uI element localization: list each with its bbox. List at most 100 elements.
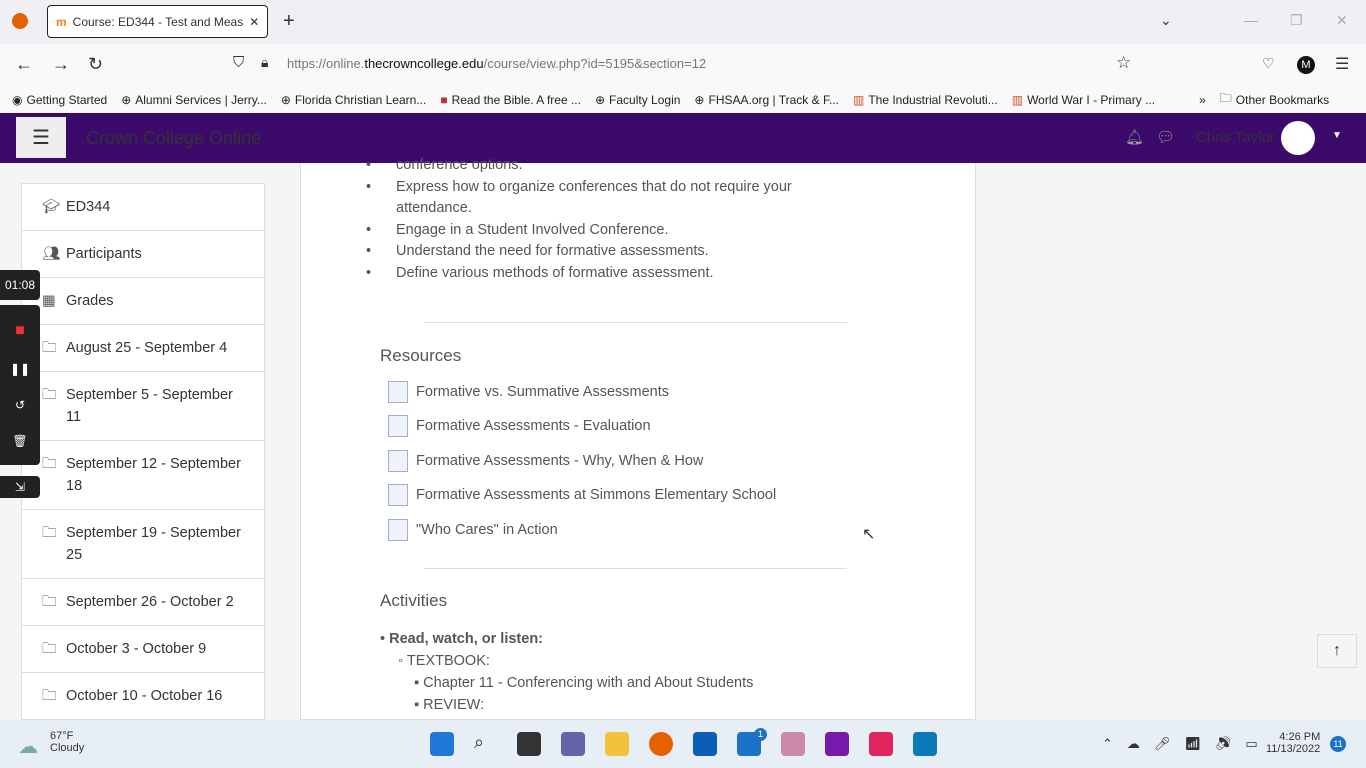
resource-link[interactable]: Formative Assessments at Simmons Element… <box>388 484 776 506</box>
reload-icon[interactable]: ↻ <box>88 54 103 75</box>
pause-icon[interactable]: ❚❚ <box>10 362 30 376</box>
notification-bell-icon[interactable]: 🔔︎ <box>1125 128 1144 146</box>
system-tray-icons[interactable]: ⌃☁🎤︎📶︎🔊︎▭ <box>1102 736 1272 752</box>
nav-drawer: 🎓︎ ED344 👥︎ Participants ▦ Grades 🗀︎ August … <box>21 183 265 721</box>
forward-icon[interactable]: → <box>52 54 70 75</box>
store-icon[interactable] <box>693 732 717 756</box>
trash-icon[interactable]: 🗑︎ <box>12 434 27 448</box>
lock-icon[interactable]: 🔒︎ <box>261 54 268 71</box>
bookmark[interactable]: ■ Read the Bible. A free ... <box>440 93 581 107</box>
onenote-icon[interactable] <box>825 732 849 756</box>
activities-heading: Activities <box>380 591 448 610</box>
moodle-icon: m <box>56 14 67 29</box>
new-tab-button[interactable]: + <box>283 10 295 33</box>
back-to-top-button[interactable]: ↑ <box>1317 634 1357 668</box>
bookmark[interactable]: ▥ World War I - Primary ... <box>1012 93 1155 107</box>
zoom-app-icon[interactable] <box>913 732 937 756</box>
more-bookmarks-icon[interactable]: » <box>1199 93 1206 107</box>
collapse-recorder-icon[interactable]: ⇲ <box>0 476 40 498</box>
resource-link[interactable]: Formative Assessments - Why, When & How <box>388 450 703 472</box>
document-icon <box>388 450 408 472</box>
minimize-button[interactable]: — <box>1244 12 1258 28</box>
notification-badge[interactable]: 11 <box>1330 736 1346 752</box>
drawer-item-section[interactable]: 🗀︎ October 3 - October 9 <box>22 626 264 673</box>
firefox-taskbar-icon[interactable] <box>649 732 673 756</box>
drawer-item-section[interactable]: 🗀︎ September 19 - September 25 <box>22 510 264 579</box>
stop-record-icon[interactable]: ■ <box>15 322 25 340</box>
document-icon <box>388 415 408 437</box>
objectives-list: conference options. Express how to organ… <box>366 155 840 284</box>
back-icon[interactable]: ← <box>15 54 33 75</box>
messages-icon[interactable]: 💬︎ <box>1156 128 1175 146</box>
folder-icon: 🗀︎ <box>42 387 57 403</box>
users-icon: 👥︎ <box>42 246 61 262</box>
recording-timer: 01:08 <box>0 270 40 300</box>
drawer-item-section[interactable]: 🗀︎ October 10 - October 16 <box>22 673 264 720</box>
bookmark-star-icon[interactable]: ☆ <box>1116 53 1131 73</box>
resources-heading: Resources <box>380 346 462 365</box>
tab-title: Course: ED344 - Test and Meas <box>72 14 244 29</box>
restart-icon[interactable]: ↺ <box>15 398 25 412</box>
close-window-button[interactable]: ✕ <box>1336 12 1348 29</box>
weather-widget[interactable]: 67°F Cloudy <box>50 730 84 754</box>
drawer-item-section[interactable]: 🗀︎ September 5 - September 11 <box>22 372 264 441</box>
search-icon[interactable]: ⌕ <box>474 732 498 756</box>
folder-icon: 🗀︎ <box>42 340 57 356</box>
folder-icon: 🗀︎ <box>42 525 57 541</box>
resource-link[interactable]: Formative Assessments - Evaluation <box>388 415 651 437</box>
bookmark[interactable]: ⊕ Florida Christian Learn... <box>281 93 426 107</box>
bookmark[interactable]: ⊕ FHSAA.org | Track & F... <box>694 93 839 107</box>
shield-icon[interactable]: ⛉ <box>233 54 244 71</box>
cloud-icon: ☁ <box>18 736 38 758</box>
mail-badge: 1 <box>754 728 767 741</box>
folder-icon: 🗀︎ <box>42 456 57 472</box>
site-name[interactable]: Crown College Online <box>86 128 261 149</box>
browser-tab[interactable]: m Course: ED344 - Test and Meas ✕ <box>47 5 268 38</box>
divider <box>424 322 847 323</box>
document-icon <box>388 381 408 403</box>
menu-icon[interactable]: ☰ <box>1335 54 1349 74</box>
bookmark[interactable]: ◉ Getting Started <box>12 93 107 107</box>
drawer-item-course[interactable]: 🎓︎ ED344 <box>22 184 264 231</box>
avatar[interactable] <box>1281 121 1315 155</box>
graduation-cap-icon: 🎓︎ <box>42 199 61 215</box>
table-icon: ▦ <box>42 293 56 309</box>
url-bar[interactable]: https://online.thecrowncollege.edu/cours… <box>287 56 706 71</box>
divider <box>424 568 847 569</box>
bookmark[interactable]: ⊕ Faculty Login <box>595 93 680 107</box>
firefox-icon[interactable] <box>12 13 28 29</box>
restore-button[interactable]: ❐ <box>1290 12 1303 29</box>
drawer-item-section[interactable]: 🗀︎ September 26 - October 2 <box>22 579 264 626</box>
snipping-tool-icon[interactable] <box>781 732 805 756</box>
user-menu-caret-icon[interactable]: ▼ <box>1332 130 1342 141</box>
windows-start-icon[interactable] <box>430 732 454 756</box>
pocket-icon[interactable]: ♡ <box>1262 55 1275 72</box>
drawer-item-section[interactable]: 🗀︎ September 12 - September 18 <box>22 441 264 510</box>
close-tab-icon[interactable]: ✕ <box>249 15 259 29</box>
activities-list: • Read, watch, or listen: ◦ TEXTBOOK: ▪ … <box>380 631 754 713</box>
other-bookmarks[interactable]: 🗀︎ Other Bookmarks <box>1220 89 1329 110</box>
drawer-item-grades[interactable]: ▦ Grades <box>22 278 264 325</box>
drawer-item-section[interactable]: 🗀︎ August 25 - September 4 <box>22 325 264 372</box>
chat-icon[interactable] <box>561 732 585 756</box>
document-icon <box>388 519 408 541</box>
hamburger-menu-button[interactable]: ☰ <box>16 117 66 158</box>
file-explorer-icon[interactable] <box>605 732 629 756</box>
document-icon <box>388 484 408 506</box>
mouse-cursor: ↖ <box>862 526 876 543</box>
bookmark[interactable]: ⊕ Alumni Services | Jerry... <box>121 93 267 107</box>
folder-icon: 🗀︎ <box>42 594 57 610</box>
resource-link[interactable]: Formative vs. Summative Assessments <box>388 381 669 403</box>
app-icon[interactable] <box>869 732 893 756</box>
folder-icon: 🗀︎ <box>42 688 57 704</box>
folder-icon: 🗀︎ <box>42 641 57 657</box>
bookmarks-bar: ◉ Getting Started ⊕ Alumni Services | Je… <box>0 86 1366 113</box>
bookmark[interactable]: ▥ The Industrial Revoluti... <box>853 93 998 107</box>
clock[interactable]: 4:26 PM 11/13/2022 <box>1266 731 1320 755</box>
drawer-item-participants[interactable]: 👥︎ Participants <box>22 231 264 278</box>
tab-list-icon[interactable]: ⌄ <box>1160 12 1172 29</box>
account-icon[interactable]: M <box>1297 56 1315 74</box>
user-name[interactable]: Chris Taylor <box>1196 129 1275 146</box>
task-view-icon[interactable] <box>517 732 541 756</box>
resource-link[interactable]: "Who Cares" in Action <box>388 519 558 541</box>
